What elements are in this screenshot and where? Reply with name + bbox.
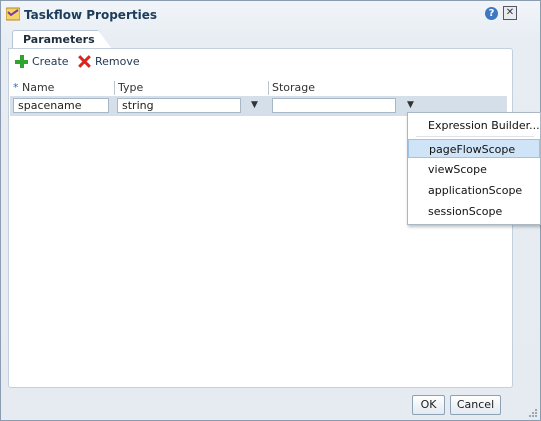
name-input[interactable]: spacename <box>13 98 109 113</box>
create-button[interactable]: Create <box>15 53 69 69</box>
menu-item-expression-builder[interactable]: Expression Builder... <box>408 116 540 135</box>
menu-item-sessionscope[interactable]: sessionScope <box>408 202 540 221</box>
taskflow-icon <box>6 7 20 21</box>
remove-icon <box>78 55 91 68</box>
dialog-title: Taskflow Properties <box>24 8 157 22</box>
menu-divider <box>416 136 534 137</box>
create-button-label: Create <box>32 54 69 68</box>
resize-grip-icon[interactable] <box>526 406 538 418</box>
tab-parameters[interactable]: Parameters <box>12 30 100 50</box>
column-header-name[interactable]: * Name <box>10 81 113 95</box>
tab-parameters-label: Parameters <box>23 33 95 46</box>
remove-button[interactable]: Remove <box>78 53 140 69</box>
type-input[interactable]: string <box>117 98 241 113</box>
column-header-storage[interactable]: Storage <box>268 81 508 95</box>
ok-button[interactable]: OK <box>412 395 445 415</box>
menu-item-viewscope[interactable]: viewScope <box>408 160 540 179</box>
menu-item-pageflowscope[interactable]: pageFlowScope <box>408 139 540 158</box>
grid-header: * Name Type Storage <box>10 80 507 97</box>
close-icon[interactable]: ✕ <box>503 6 517 20</box>
column-header-storage-label: Storage <box>272 81 316 94</box>
column-header-type-label: Type <box>118 81 144 94</box>
plus-icon <box>15 54 28 68</box>
remove-button-label: Remove <box>95 54 140 68</box>
dialog-titlebar[interactable]: Taskflow Properties ? ✕ <box>1 1 540 29</box>
tab-corner <box>98 30 112 49</box>
storage-dropdown-chevron-icon[interactable]: ▼ <box>407 100 414 110</box>
cancel-button[interactable]: Cancel <box>450 395 501 415</box>
help-icon[interactable]: ? <box>485 7 498 20</box>
menu-item-applicationscope[interactable]: applicationScope <box>408 181 540 200</box>
column-header-name-label: Name <box>22 81 55 94</box>
storage-input[interactable] <box>272 98 396 113</box>
storage-dropdown-menu: Expression Builder... pageFlowScope view… <box>407 112 541 225</box>
required-marker: * <box>13 81 19 94</box>
taskflow-properties-dialog: Taskflow Properties ? ✕ Parameters Creat… <box>0 0 541 421</box>
column-header-type[interactable]: Type <box>114 81 268 95</box>
type-dropdown-chevron-icon[interactable]: ▼ <box>251 100 258 110</box>
